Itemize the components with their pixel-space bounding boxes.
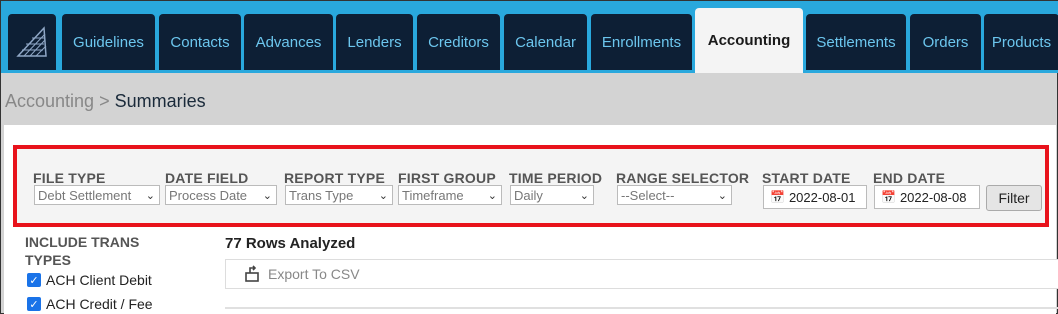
breadcrumb-current: Summaries [114,91,206,111]
tab-contacts[interactable]: Contacts [159,14,241,70]
tab-creditors[interactable]: Creditors [417,14,500,70]
include-trans-types-heading: INCLUDE TRANS TYPES [25,234,140,268]
end-date-value: 2022-08-08 [899,189,967,205]
checkbox-checked-icon[interactable]: ✓ [27,273,41,287]
file-type-value: Debt Settlement [38,187,132,203]
chevron-down-icon: ⌄ [378,190,388,202]
tab-products[interactable]: Products [984,14,1058,70]
range-selector-value: --Select-- [621,187,675,203]
logo-icon [16,26,47,57]
report-type-select[interactable]: Trans Type ⌄ [285,185,393,205]
app-logo[interactable] [8,14,56,70]
chevron-down-icon: ⌄ [262,190,272,202]
filter-button[interactable]: Filter [986,185,1042,211]
calendar-icon: 📅 [881,190,896,204]
end-date-input[interactable]: 📅 2022-08-08 [874,185,980,209]
trans-type-label: ACH Credit / Fee [46,296,153,312]
chevron-down-icon: ⌄ [145,190,155,202]
range-selector-select[interactable]: --Select-- ⌄ [617,185,732,205]
file-type-select[interactable]: Debt Settlement ⌄ [34,185,160,205]
chevron-down-icon: ⌄ [579,190,589,202]
tab-advances[interactable]: Advances [244,14,333,70]
chevron-down-icon: ⌄ [717,190,727,202]
checkbox-checked-icon[interactable]: ✓ [27,297,41,311]
tab-guidelines[interactable]: Guidelines [62,14,155,70]
report-type-value: Trans Type [289,187,354,203]
first-group-value: Timeframe [402,187,464,203]
first-group-select[interactable]: Timeframe ⌄ [398,185,502,205]
filter-bar: FILE TYPE Debt Settlement ⌄ DATE FIELD P… [13,145,1049,227]
tab-lenders[interactable]: Lenders [336,14,413,70]
tab-calendar[interactable]: Calendar [504,14,587,70]
start-date-input[interactable]: 📅 2022-08-01 [763,185,867,209]
time-period-select[interactable]: Daily ⌄ [510,185,594,205]
trans-type-ach-client-debit[interactable]: ✓ ACH Client Debit [27,272,152,288]
export-icon [245,265,259,282]
rows-analyzed-count: 77 Rows Analyzed [225,235,356,252]
export-label: Export To CSV [268,266,360,282]
breadcrumb-separator: > [99,91,110,111]
time-period-value: Daily [514,187,543,203]
top-nav-bar: Guidelines Contacts Advances Lenders Cre… [1,1,1058,73]
divider [225,307,1058,309]
date-field-value: Process Date [169,187,248,203]
tab-accounting[interactable]: Accounting [695,8,803,73]
trans-type-label: ACH Client Debit [46,272,152,288]
breadcrumb-parent[interactable]: Accounting [5,91,94,111]
export-csv-button[interactable]: Export To CSV [225,259,1058,289]
calendar-icon: 📅 [770,190,785,204]
start-date-value: 2022-08-01 [788,189,856,205]
trans-type-ach-credit-fee[interactable]: ✓ ACH Credit / Fee [27,296,153,312]
tab-settlements[interactable]: Settlements [806,14,906,70]
breadcrumb: Accounting > Summaries [5,91,206,112]
date-field-select[interactable]: Process Date ⌄ [165,185,277,205]
tab-orders[interactable]: Orders [910,14,981,70]
tab-enrollments[interactable]: Enrollments [591,14,692,70]
chevron-down-icon: ⌄ [487,190,497,202]
